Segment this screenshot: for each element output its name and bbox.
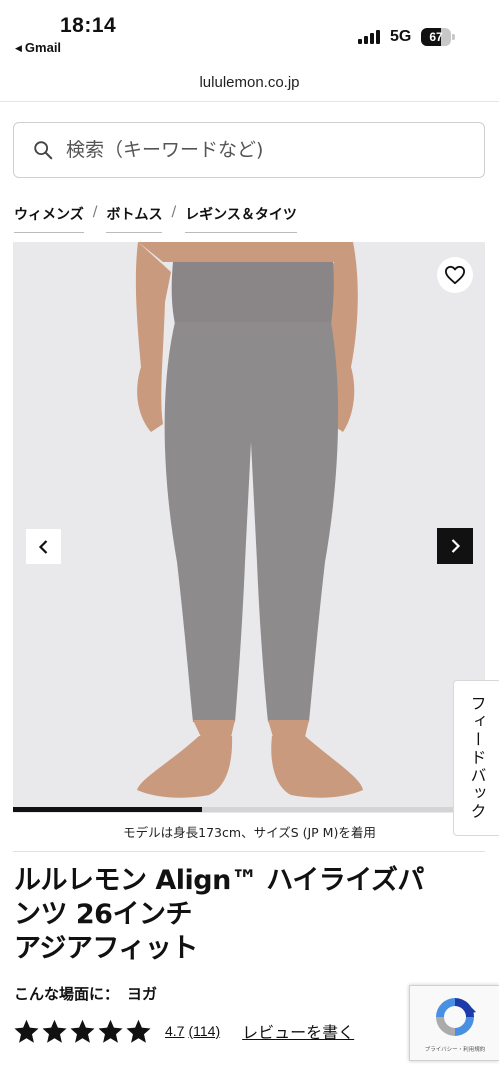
breadcrumb: ウィメンズ / ボトムス / レギンス＆タイツ [14, 204, 297, 233]
browser-url-bar[interactable]: lululemon.co.jp [0, 66, 499, 102]
write-review-link[interactable]: レビューを書く [242, 1019, 354, 1043]
star-icon [126, 1019, 151, 1043]
rating-score-link[interactable]: 4.7 [165, 1023, 184, 1039]
star-icon [70, 1019, 95, 1043]
product-title: ルルレモン Align™ ハイライズパ ンツ 26インチ アジアフィット [14, 864, 484, 966]
favorite-button[interactable] [437, 257, 473, 293]
network-type: 5G [390, 28, 412, 45]
heart-icon [444, 265, 465, 285]
breadcrumb-separator: / [171, 204, 177, 220]
battery-icon: 67 [421, 28, 455, 46]
previous-image-button[interactable] [26, 529, 61, 564]
image-progress-track [13, 807, 485, 812]
rating-row: 4.7 (114) レビューを書く [13, 1016, 354, 1046]
search-box[interactable] [13, 122, 485, 178]
breadcrumb-separator: / [92, 204, 98, 220]
recaptcha-logo [436, 998, 476, 1036]
battery-percent: 67 [429, 30, 443, 44]
back-app-label: Gmail [24, 40, 62, 55]
review-count-link[interactable]: (114) [188, 1023, 220, 1039]
back-triangle-icon: ◀ [15, 43, 22, 53]
image-progress-bar [13, 807, 202, 812]
back-to-app-link[interactable]: ◀ Gmail [15, 40, 61, 55]
product-image-gallery[interactable] [13, 242, 485, 813]
product-title-line: ンツ 26インチ [14, 899, 192, 930]
activity-value: ヨガ [127, 985, 158, 1003]
star-rating [13, 1018, 153, 1045]
divider [13, 851, 485, 852]
status-time: 18:14 [60, 14, 117, 37]
activity-label: こんな場面に： [14, 985, 120, 1003]
chevron-left-icon [38, 539, 47, 554]
search-icon [34, 141, 53, 160]
chevron-right-icon [451, 539, 461, 553]
breadcrumb-bottoms[interactable]: ボトムス [106, 204, 163, 233]
breadcrumb-womens[interactable]: ウィメンズ [14, 204, 84, 233]
star-icon [14, 1019, 39, 1043]
cellular-signal-icon [358, 30, 382, 44]
search-input[interactable] [66, 139, 466, 161]
next-image-button[interactable] [437, 528, 473, 564]
model-size-caption: モデルは身長173cm、サイズS (JP M)を着用 [123, 825, 376, 840]
breadcrumb-leggings[interactable]: レギンス＆タイツ [185, 204, 297, 233]
activity-info: こんな場面に： ヨガ [14, 983, 157, 1004]
status-bar: 18:14 ◀ Gmail 5G 67 [0, 0, 499, 62]
product-title-line: アジアフィット [14, 933, 198, 964]
feedback-tab[interactable]: フィードバック [453, 680, 499, 836]
feedback-label: フィードバック [467, 695, 487, 821]
recaptcha-legal-text[interactable]: プライバシー・利用規約 [410, 1045, 499, 1053]
star-icon [42, 1019, 67, 1043]
recaptcha-badge[interactable]: プライバシー・利用規約 [409, 985, 499, 1061]
product-title-line: ルルレモン Align™ ハイライズパ [14, 865, 424, 896]
star-icon [98, 1019, 123, 1043]
product-photo [135, 242, 363, 798]
